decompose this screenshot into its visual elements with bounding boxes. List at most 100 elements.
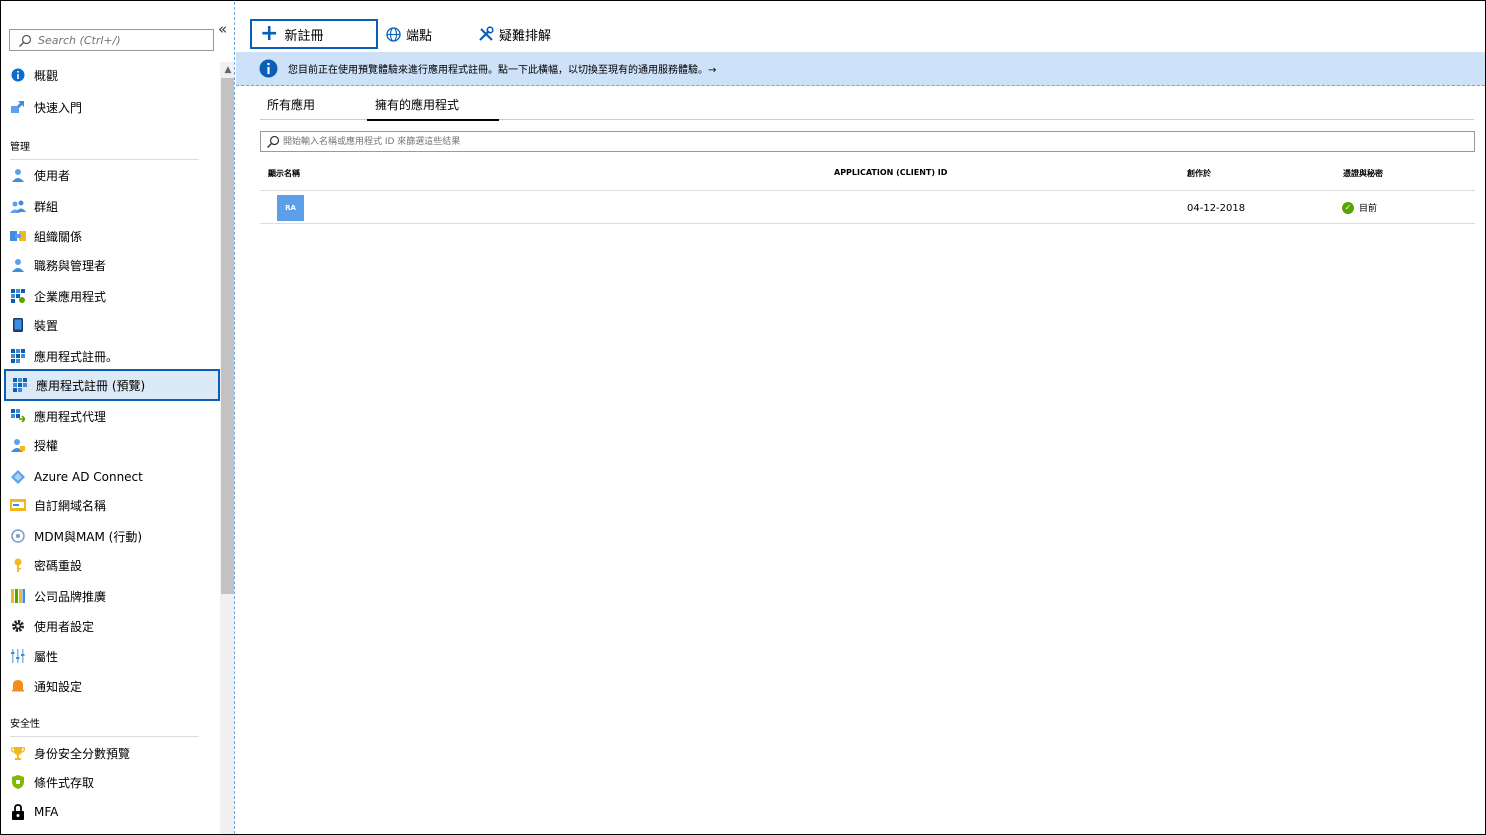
globe-icon (386, 26, 401, 42)
info-icon (10, 67, 26, 83)
sidebar-item-label: 應用程式註冊 (預覽) (36, 378, 146, 393)
group-icon (10, 198, 26, 214)
sidebar-item-properties[interactable]: 屬性 (4, 641, 220, 671)
app-avatar: RA (277, 195, 304, 221)
sidebar-item-app-registrations-preview[interactable]: 應用程式註冊 (預覽) (4, 369, 220, 401)
new-registration-button[interactable]: + 新註冊 (250, 19, 378, 49)
sidebar-item-label: 群組 (34, 199, 59, 214)
sidebar-item-quickstart[interactable]: 快速入門 (4, 92, 220, 122)
app-proxy-icon (10, 408, 26, 424)
header-display-name[interactable]: 顯示名稱 (268, 168, 300, 179)
sidebar-item-label: 條件式存取 (34, 775, 95, 790)
sidebar-item-app-proxy[interactable]: 應用程式代理 (4, 401, 220, 431)
sidebar-item-mfa[interactable]: MFA (4, 797, 220, 827)
tab-all-applications[interactable]: 所有應用 (267, 96, 315, 119)
sidebar-item-mobility[interactable]: MDM與MAM (行動) (4, 521, 220, 551)
org-relationship-icon (10, 228, 26, 244)
sidebar-item-enterprise-apps[interactable]: 企業應用程式 (4, 281, 220, 311)
sidebar-item-groups[interactable]: 群組 (4, 191, 220, 221)
wrench-icon (478, 26, 494, 42)
filter-input[interactable] (283, 134, 1283, 149)
header-created[interactable]: 創作於 (1187, 168, 1211, 179)
sidebar-item-label: 自訂網域名稱 (34, 498, 107, 513)
tab-owned-applications[interactable]: 擁有的應用程式 (367, 96, 499, 121)
sidebar-item-identity-secure-score[interactable]: 身份安全分數預覽 (4, 738, 220, 768)
scroll-up-arrow-icon[interactable]: ▲ (220, 62, 234, 78)
sidebar-item-label: 應用程式註冊。 (34, 349, 119, 364)
sidebar-item-label: 授權 (34, 438, 59, 453)
troubleshooting-button[interactable]: 疑難排解 (478, 19, 551, 49)
collapse-sidebar-button[interactable]: « (218, 20, 227, 38)
sidebar-item-label: 密碼重設 (34, 558, 83, 573)
device-icon (10, 317, 26, 333)
sidebar-item-label: 快速入門 (34, 100, 83, 115)
roles-icon (10, 257, 26, 273)
section-divider (10, 736, 199, 737)
sidebar-search-input[interactable] (38, 32, 208, 48)
sidebar-item-notification-settings[interactable]: 通知設定 (4, 671, 220, 701)
sidebar-item-org-relationships[interactable]: 組織關係 (4, 221, 220, 251)
checkmark-icon: ✓ (1342, 201, 1354, 214)
header-client-id[interactable]: APPLICATION (CLIENT) ID (834, 168, 947, 177)
sidebar-item-label: 通知設定 (34, 679, 83, 694)
mobility-icon (10, 528, 26, 544)
sidebar-item-label: 使用者設定 (34, 619, 95, 634)
certificates-status: ✓ 目前 (1342, 201, 1377, 214)
sidebar-item-password-reset[interactable]: 密碼重設 (4, 550, 220, 580)
troubleshooting-label: 疑難排解 (499, 28, 552, 44)
sidebar-item-overview[interactable]: 概觀 (4, 60, 220, 90)
sidebar-item-licenses[interactable]: 授權 (4, 430, 220, 460)
search-icon (267, 135, 280, 148)
banner-text: 您目前正在使用預覽體驗來進行應用程式註冊。點一下此橫幅，以切換至現有的通用服務體… (288, 65, 717, 76)
custom-domain-icon (10, 497, 26, 513)
sidebar-item-user-settings[interactable]: 使用者設定 (4, 611, 220, 641)
new-registration-label: 新註冊 (284, 28, 324, 44)
table-header: 顯示名稱 APPLICATION (CLIENT) ID 創作於 憑證與秘密 (260, 157, 1475, 191)
section-label-security: 安全性 (10, 719, 40, 730)
section-label-manage: 管理 (10, 142, 30, 153)
sidebar-item-users[interactable]: 使用者 (4, 160, 220, 190)
sidebar-item-label: 身份安全分數預覽 (34, 746, 131, 761)
preview-banner[interactable]: 您目前正在使用預覽體驗來進行應用程式註冊。點一下此橫幅，以切換至現有的通用服務體… (236, 52, 1485, 86)
sidebar-item-label: MDM與MAM (行動) (34, 529, 143, 544)
header-certificates-secrets[interactable]: 憑證與秘密 (1343, 168, 1383, 179)
sidebar-item-azure-ad-connect[interactable]: Azure AD Connect (4, 462, 220, 492)
endpoints-button[interactable]: 端點 (386, 19, 432, 49)
trophy-icon (10, 745, 26, 761)
sidebar-item-label: 公司品牌推廣 (34, 589, 107, 604)
branding-icon (10, 588, 26, 604)
gear-icon (10, 618, 26, 634)
sidebar-item-app-registrations[interactable]: 應用程式註冊。 (4, 341, 220, 371)
quickstart-icon (10, 99, 26, 115)
sidebar-item-devices[interactable]: 裝置 (4, 310, 220, 340)
sidebar: « ▲ 概觀 快速入門 管理 使用者 群組 組織關係 (2, 2, 235, 834)
azure-ad-connect-icon (10, 469, 26, 485)
status-label: 目前 (1359, 204, 1378, 214)
sidebar-item-label: 屬性 (34, 649, 59, 664)
command-bar: + 新註冊 端點 疑難排解 (236, 2, 1485, 52)
sidebar-item-label: 職務與管理者 (34, 258, 107, 273)
user-icon (10, 167, 26, 183)
sidebar-item-label: 概觀 (34, 68, 59, 83)
password-reset-icon (10, 557, 26, 573)
sidebar-item-custom-domain[interactable]: 自訂網域名稱 (4, 490, 220, 520)
app-registrations-icon (10, 348, 26, 364)
sidebar-item-label: 應用程式代理 (34, 409, 107, 424)
bell-icon (10, 678, 26, 694)
sidebar-item-label: 企業應用程式 (34, 289, 107, 304)
portal-frame: « ▲ 概觀 快速入門 管理 使用者 群組 組織關係 (0, 0, 1486, 835)
sidebar-item-conditional-access[interactable]: 條件式存取 (4, 767, 220, 797)
properties-icon (10, 648, 26, 664)
plus-icon: + (260, 21, 279, 46)
sidebar-item-label: 使用者 (34, 168, 71, 183)
table-row[interactable]: RA 04-12-2018 ✓ 目前 (260, 191, 1475, 224)
sidebar-scrollbar[interactable]: ▲ (220, 62, 234, 834)
filter-box[interactable] (260, 131, 1475, 152)
scroll-thumb[interactable] (221, 78, 234, 594)
info-icon (259, 59, 278, 78)
sidebar-item-company-branding[interactable]: 公司品牌推廣 (4, 581, 220, 611)
sidebar-item-roles[interactable]: 職務與管理者 (4, 250, 220, 280)
sidebar-search[interactable] (9, 29, 214, 51)
sidebar-item-label: MFA (34, 805, 59, 819)
sidebar-item-label: Azure AD Connect (34, 470, 143, 484)
